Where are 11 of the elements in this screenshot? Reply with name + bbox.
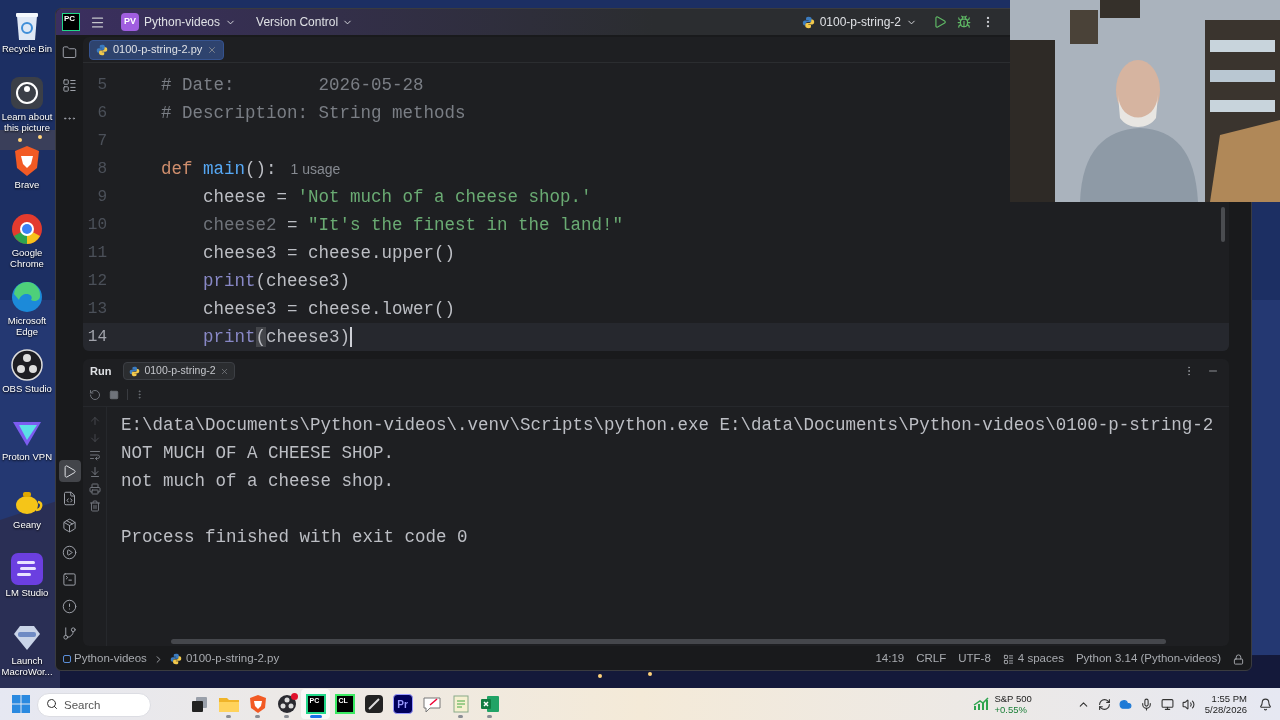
chart-up-icon: [973, 697, 990, 711]
network-icon[interactable]: [1160, 697, 1174, 711]
notification-bell-icon[interactable]: [1259, 697, 1272, 711]
search-field[interactable]: Search: [37, 693, 151, 717]
microphone-icon[interactable]: [1139, 697, 1153, 711]
search-icon: [46, 698, 58, 710]
clock[interactable]: 1:55 PM 5/28/2026: [1204, 693, 1247, 715]
volume-icon[interactable]: [1181, 697, 1195, 711]
stock-widget[interactable]: S&P 500 +0.55%: [973, 693, 1032, 715]
cloud-icon[interactable]: [1118, 697, 1132, 711]
sync-icon[interactable]: [1097, 697, 1111, 711]
